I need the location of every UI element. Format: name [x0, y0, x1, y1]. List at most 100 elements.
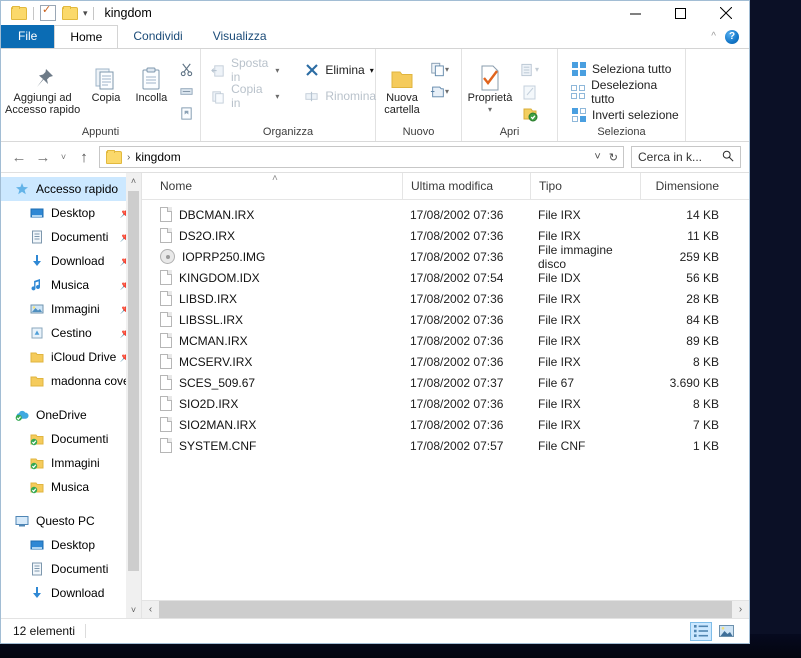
new-folder-button[interactable]: Nuova cartella [376, 54, 428, 116]
table-row[interactable]: DBCMAN.IRX 17/08/2002 07:36 File IRX 14 … [142, 204, 749, 225]
divider [92, 6, 94, 20]
chevron-down-icon[interactable]: ▾ [445, 65, 449, 74]
rename-button[interactable]: Rinomina [297, 84, 382, 108]
table-row[interactable]: IOPRP250.IMG 17/08/2002 07:36 File immag… [142, 243, 749, 271]
scrollbar-thumb[interactable] [159, 601, 732, 618]
horizontal-scrollbar[interactable]: ‹ › [142, 600, 749, 618]
sidebar-item-onedrive-documenti[interactable]: Documenti [1, 427, 141, 451]
column-header-dimensione[interactable]: Dimensione [640, 173, 728, 199]
address-history-caret-icon[interactable]: ˅ [594, 151, 600, 163]
breadcrumb-kingdom[interactable]: kingdom [135, 150, 180, 164]
table-row[interactable]: MCSERV.IRX 17/08/2002 07:36 File IRX 8 K… [142, 351, 749, 372]
history-icon[interactable] [520, 104, 539, 123]
copy-button[interactable]: Copia [84, 54, 128, 104]
table-row[interactable]: KINGDOM.IDX 17/08/2002 07:54 File IDX 56… [142, 267, 749, 288]
copy-path-icon[interactable] [177, 82, 196, 101]
table-row[interactable]: SIO2MAN.IRX 17/08/2002 07:36 File IRX 7 … [142, 414, 749, 435]
sidebar-item-onedrive-immagini[interactable]: Immagini [1, 451, 141, 475]
help-icon[interactable]: ? [725, 29, 739, 44]
select-all-button[interactable]: Seleziona tutto [564, 58, 685, 80]
maximize-button[interactable] [658, 1, 703, 25]
sidebar-item-accesso-rapido[interactable]: Accesso rapido [1, 177, 141, 201]
table-row[interactable]: LIBSSL.IRX 17/08/2002 07:36 File IRX 84 … [142, 309, 749, 330]
paste-shortcut-icon[interactable] [177, 104, 196, 123]
chevron-down-icon[interactable]: ▾ [488, 104, 492, 116]
table-row[interactable]: SCES_509.67 17/08/2002 07:37 File 67 3.6… [142, 372, 749, 393]
sidebar-item-madonna-cover[interactable]: madonna cover [1, 369, 141, 393]
properties-button[interactable]: Proprietà ▾ [462, 54, 518, 116]
scroll-down-icon[interactable]: ˅ [131, 602, 136, 618]
paste-button[interactable]: Incolla [128, 54, 175, 104]
scrollbar-thumb[interactable] [128, 191, 139, 571]
tab-file[interactable]: File [1, 25, 55, 48]
table-row[interactable]: LIBSD.IRX 17/08/2002 07:36 File IRX 28 K… [142, 288, 749, 309]
close-button[interactable] [703, 1, 749, 25]
chevron-down-icon[interactable]: ▾ [445, 87, 449, 96]
column-header-ultima-modifica[interactable]: Ultima modifica [402, 173, 530, 199]
details-view-button[interactable] [690, 621, 712, 641]
chevron-down-icon[interactable]: ▾ [370, 66, 374, 75]
navigation-scrollbar[interactable]: ˄ ˅ [126, 173, 141, 618]
copy-to-button[interactable]: Copia in ▾ [205, 82, 285, 110]
status-bar: 12 elementi [1, 618, 749, 643]
group-label-organizza: Organizza [262, 126, 314, 138]
large-icons-view-button[interactable] [715, 622, 737, 641]
new-folder-icon[interactable] [59, 2, 81, 24]
pin-to-quick-access-button[interactable]: Aggiungi ad Accesso rapido [1, 54, 84, 116]
scroll-left-icon[interactable]: ‹ [142, 604, 159, 615]
sidebar-item-cestino[interactable]: Cestino 📌 [1, 321, 141, 345]
search-icon[interactable] [722, 150, 734, 165]
edit-icon[interactable] [520, 82, 539, 101]
collapse-ribbon-icon[interactable]: ^ [711, 31, 716, 42]
sidebar-item-onedrive-musica[interactable]: Musica [1, 475, 141, 499]
chevron-down-icon[interactable]: ▾ [275, 66, 279, 75]
easy-access-icon[interactable]: ▾ [430, 82, 449, 101]
invert-selection-button[interactable]: Inverti selezione [564, 104, 685, 126]
column-header-nome[interactable]: Nome ˄ [142, 173, 402, 199]
new-item-icon[interactable]: ▾ [430, 60, 449, 79]
tab-home[interactable]: Home [54, 25, 119, 48]
paste-label: Incolla [135, 92, 168, 104]
properties-checkbox-icon[interactable] [37, 2, 59, 24]
table-row[interactable]: SYSTEM.CNF 17/08/2002 07:57 File CNF 1 K… [142, 435, 749, 456]
folder-icon[interactable] [8, 2, 30, 24]
chevron-down-icon[interactable]: ▾ [275, 92, 279, 101]
scroll-up-icon[interactable]: ˄ [131, 173, 136, 189]
sidebar-item-musica[interactable]: Musica 📌 [1, 273, 141, 297]
sidebar-item-pc-desktop[interactable]: Desktop [1, 533, 141, 557]
file-name: LIBSSL.IRX [179, 312, 244, 327]
tab-condividi[interactable]: Condividi [118, 25, 197, 48]
minimize-button[interactable] [613, 1, 658, 25]
cut-scissors-icon[interactable] [177, 60, 196, 79]
forward-button[interactable]: → [31, 145, 55, 169]
open-with-icon[interactable]: ▾ [520, 60, 539, 79]
sidebar-item-questo-pc[interactable]: Questo PC [1, 509, 141, 533]
sidebar-item-onedrive[interactable]: OneDrive [1, 403, 141, 427]
search-box[interactable]: Cerca in k... [631, 146, 741, 168]
sidebar-item-icloud-drive[interactable]: iCloud Drive 📌 [1, 345, 141, 369]
table-row[interactable]: MCMAN.IRX 17/08/2002 07:36 File IRX 89 K… [142, 330, 749, 351]
move-to-button[interactable]: Sposta in ▾ [205, 56, 285, 84]
file-size: 1 KB [692, 438, 719, 453]
scroll-right-icon[interactable]: › [732, 604, 749, 615]
sidebar-item-documenti[interactable]: Documenti 📌 [1, 225, 141, 249]
sidebar-item-pc-download[interactable]: Download [1, 581, 141, 605]
address-field[interactable]: › kingdom ˅ ↻ [99, 146, 624, 168]
tab-visualizza[interactable]: Visualizza [198, 25, 282, 48]
recent-locations-button[interactable]: ˅ [55, 145, 72, 169]
sidebar-item-pc-documenti[interactable]: Documenti [1, 557, 141, 581]
column-header-tipo[interactable]: Tipo [530, 173, 640, 199]
sidebar-item-immagini[interactable]: Immagini 📌 [1, 297, 141, 321]
table-row[interactable]: SIO2D.IRX 17/08/2002 07:36 File IRX 8 KB [142, 393, 749, 414]
file-type: File IRX [538, 417, 581, 432]
refresh-icon[interactable]: ↻ [609, 151, 618, 164]
sidebar-item-desktop[interactable]: Desktop 📌 [1, 201, 141, 225]
back-button[interactable]: ← [7, 145, 31, 169]
customize-caret-icon[interactable]: ▾ [81, 8, 90, 19]
delete-button[interactable]: Elimina ▾ [297, 58, 382, 82]
select-none-button[interactable]: Deseleziona tutto [564, 78, 685, 106]
chevron-down-icon[interactable]: ▾ [535, 65, 539, 74]
table-row[interactable]: DS2O.IRX 17/08/2002 07:36 File IRX 11 KB [142, 225, 749, 246]
up-button[interactable]: ↑ [72, 145, 96, 169]
sidebar-item-download[interactable]: Download 📌 [1, 249, 141, 273]
